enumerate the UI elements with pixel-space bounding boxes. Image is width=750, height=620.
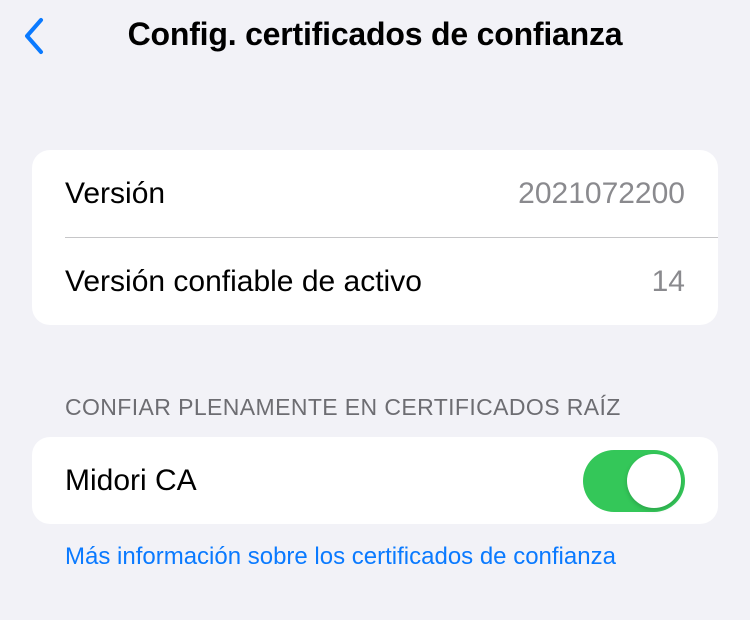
certificate-trust-toggle[interactable] xyxy=(583,449,685,512)
version-info-card: Versión 2021072200 Versión confiable de … xyxy=(32,150,718,325)
trust-asset-version-value: 14 xyxy=(651,264,685,298)
trust-asset-version-label: Versión confiable de activo xyxy=(65,264,422,298)
page-title: Config. certificados de confianza xyxy=(127,16,623,52)
certificate-row: Midori CA xyxy=(32,437,718,524)
learn-more-link[interactable]: Más información sobre los certificados d… xyxy=(65,540,625,573)
version-value: 2021072200 xyxy=(518,176,685,210)
certificate-name: Midori CA xyxy=(65,463,197,497)
trust-asset-version-row: Versión confiable de activo 14 xyxy=(32,238,718,325)
chevron-left-icon xyxy=(25,18,43,54)
navigation-bar: Config. certificados de confianza xyxy=(0,0,750,75)
back-button[interactable] xyxy=(14,14,54,58)
toggle-knob xyxy=(627,453,681,508)
version-label: Versión xyxy=(65,176,166,210)
root-certificates-card: Midori CA xyxy=(32,437,718,524)
version-row: Versión 2021072200 xyxy=(32,150,718,237)
section-header: CONFIAR PLENAMENTE EN CERTIFICADOS RAÍZ xyxy=(65,394,621,420)
